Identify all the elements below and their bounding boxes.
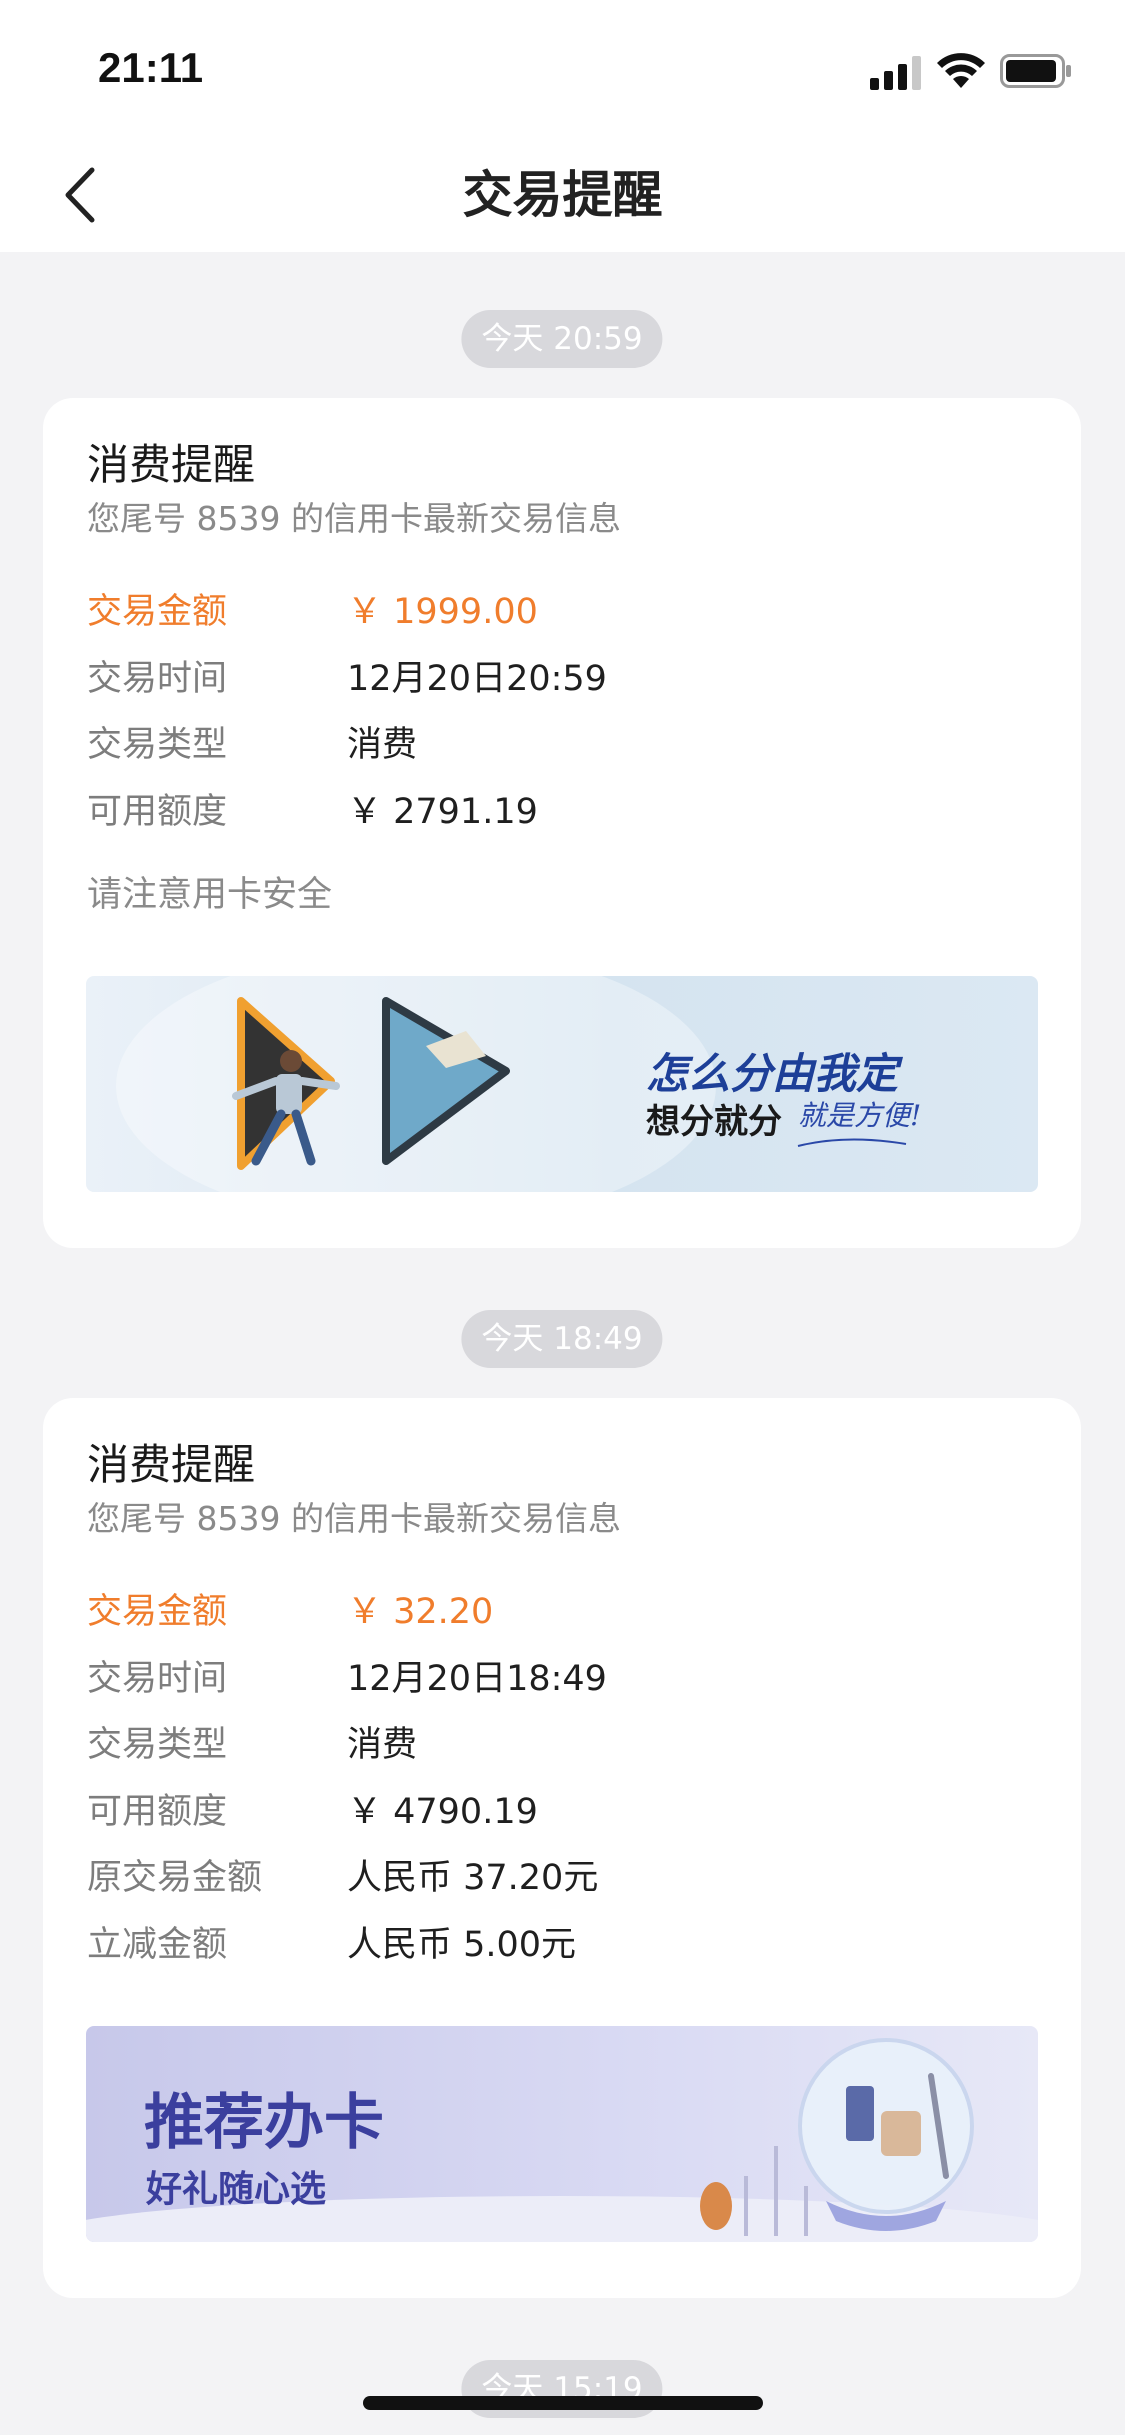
detail-row-amount: 交易金额 ￥ 1999.00 [87, 584, 1037, 651]
banner-subline: 想分就分 [646, 1102, 782, 1142]
detail-value: ￥ 1999.00 [347, 592, 538, 632]
detail-value: 12月20日18:49 [347, 1658, 607, 1699]
home-indicator [363, 2396, 763, 2410]
battery-icon [1000, 54, 1071, 88]
promo-banner-installment[interactable]: 怎么分由我定 想分就分 就是方便! [86, 976, 1038, 1192]
detail-value: 12月20日20:59 [347, 658, 607, 699]
detail-label: 交易金额 [87, 1592, 228, 1632]
nav-bar: 交易提醒 [0, 140, 1125, 252]
message-card: 消费提醒 您尾号 8539 的信用卡最新交易信息 交易金额 ￥ 32.20 交易… [43, 1398, 1081, 2298]
banner-slogan: 就是方便! [798, 1099, 922, 1132]
card-title: 消费提醒 [87, 440, 256, 489]
card-title: 消费提醒 [87, 1440, 256, 1489]
detail-label: 交易类型 [87, 1725, 228, 1765]
detail-row-type: 交易类型 消费 [87, 1717, 1037, 1784]
detail-label: 交易时间 [87, 1658, 228, 1699]
detail-value: ￥ 32.20 [347, 1592, 494, 1632]
detail-label: 原交易金额 [87, 1858, 263, 1898]
detail-row-type: 交易类型 消费 [87, 717, 1037, 784]
page-title: 交易提醒 [462, 166, 663, 224]
detail-row-time: 交易时间 12月20日20:59 [87, 651, 1037, 718]
transaction-details: 交易金额 ￥ 1999.00 交易时间 12月20日20:59 交易类型 消费 … [87, 584, 1037, 850]
detail-label: 可用额度 [87, 1791, 228, 1832]
detail-row-available-credit: 可用额度 ￥ 2791.19 [87, 784, 1037, 851]
transaction-details: 交易金额 ￥ 32.20 交易时间 12月20日18:49 交易类型 消费 可用… [87, 1584, 1037, 1983]
detail-value: ￥ 2791.19 [347, 791, 538, 832]
message-card: 消费提醒 您尾号 8539 的信用卡最新交易信息 交易金额 ￥ 1999.00 … [43, 398, 1081, 1248]
banner-subline: 好礼随心选 [146, 2169, 327, 2210]
banner-headline: 怎么分由我定 [646, 1049, 899, 1098]
wifi-icon [937, 53, 985, 88]
detail-value: ￥ 4790.19 [347, 1791, 538, 1832]
detail-label: 交易时间 [87, 658, 228, 699]
card-subtitle: 您尾号 8539 的信用卡最新交易信息 [87, 499, 621, 538]
detail-label: 立减金额 [87, 1924, 228, 1965]
detail-row-time: 交易时间 12月20日18:49 [87, 1651, 1037, 1718]
promo-banner-card-apply[interactable]: 推荐办卡 好礼随心选 [86, 2026, 1038, 2242]
timestamp-pill: 今天 18:49 [461, 1310, 663, 1368]
status-time: 21:11 [98, 44, 204, 91]
detail-row-amount: 交易金额 ￥ 32.20 [87, 1584, 1037, 1651]
detail-value: 人民币 37.20元 [347, 1858, 599, 1898]
detail-row-original-amount: 原交易金额 人民币 37.20元 [87, 1850, 1037, 1917]
card-subtitle: 您尾号 8539 的信用卡最新交易信息 [87, 1499, 621, 1538]
detail-row-discount: 立减金额 人民币 5.00元 [87, 1917, 1037, 1984]
detail-label: 交易金额 [87, 592, 228, 632]
detail-label: 交易类型 [87, 725, 228, 765]
detail-label: 可用额度 [87, 791, 228, 832]
cellular-signal-icon [870, 56, 921, 90]
timestamp-pill: 今天 20:59 [461, 310, 663, 368]
detail-value: 消费 [347, 1725, 418, 1765]
status-bar: 21:11 [0, 0, 1125, 140]
detail-value: 消费 [347, 725, 418, 765]
banner-headline: 推荐办卡 [144, 2088, 384, 2158]
detail-row-available-credit: 可用额度 ￥ 4790.19 [87, 1784, 1037, 1851]
detail-value: 人民币 5.00元 [347, 1924, 577, 1965]
security-note: 请注意用卡安全 [87, 875, 333, 915]
